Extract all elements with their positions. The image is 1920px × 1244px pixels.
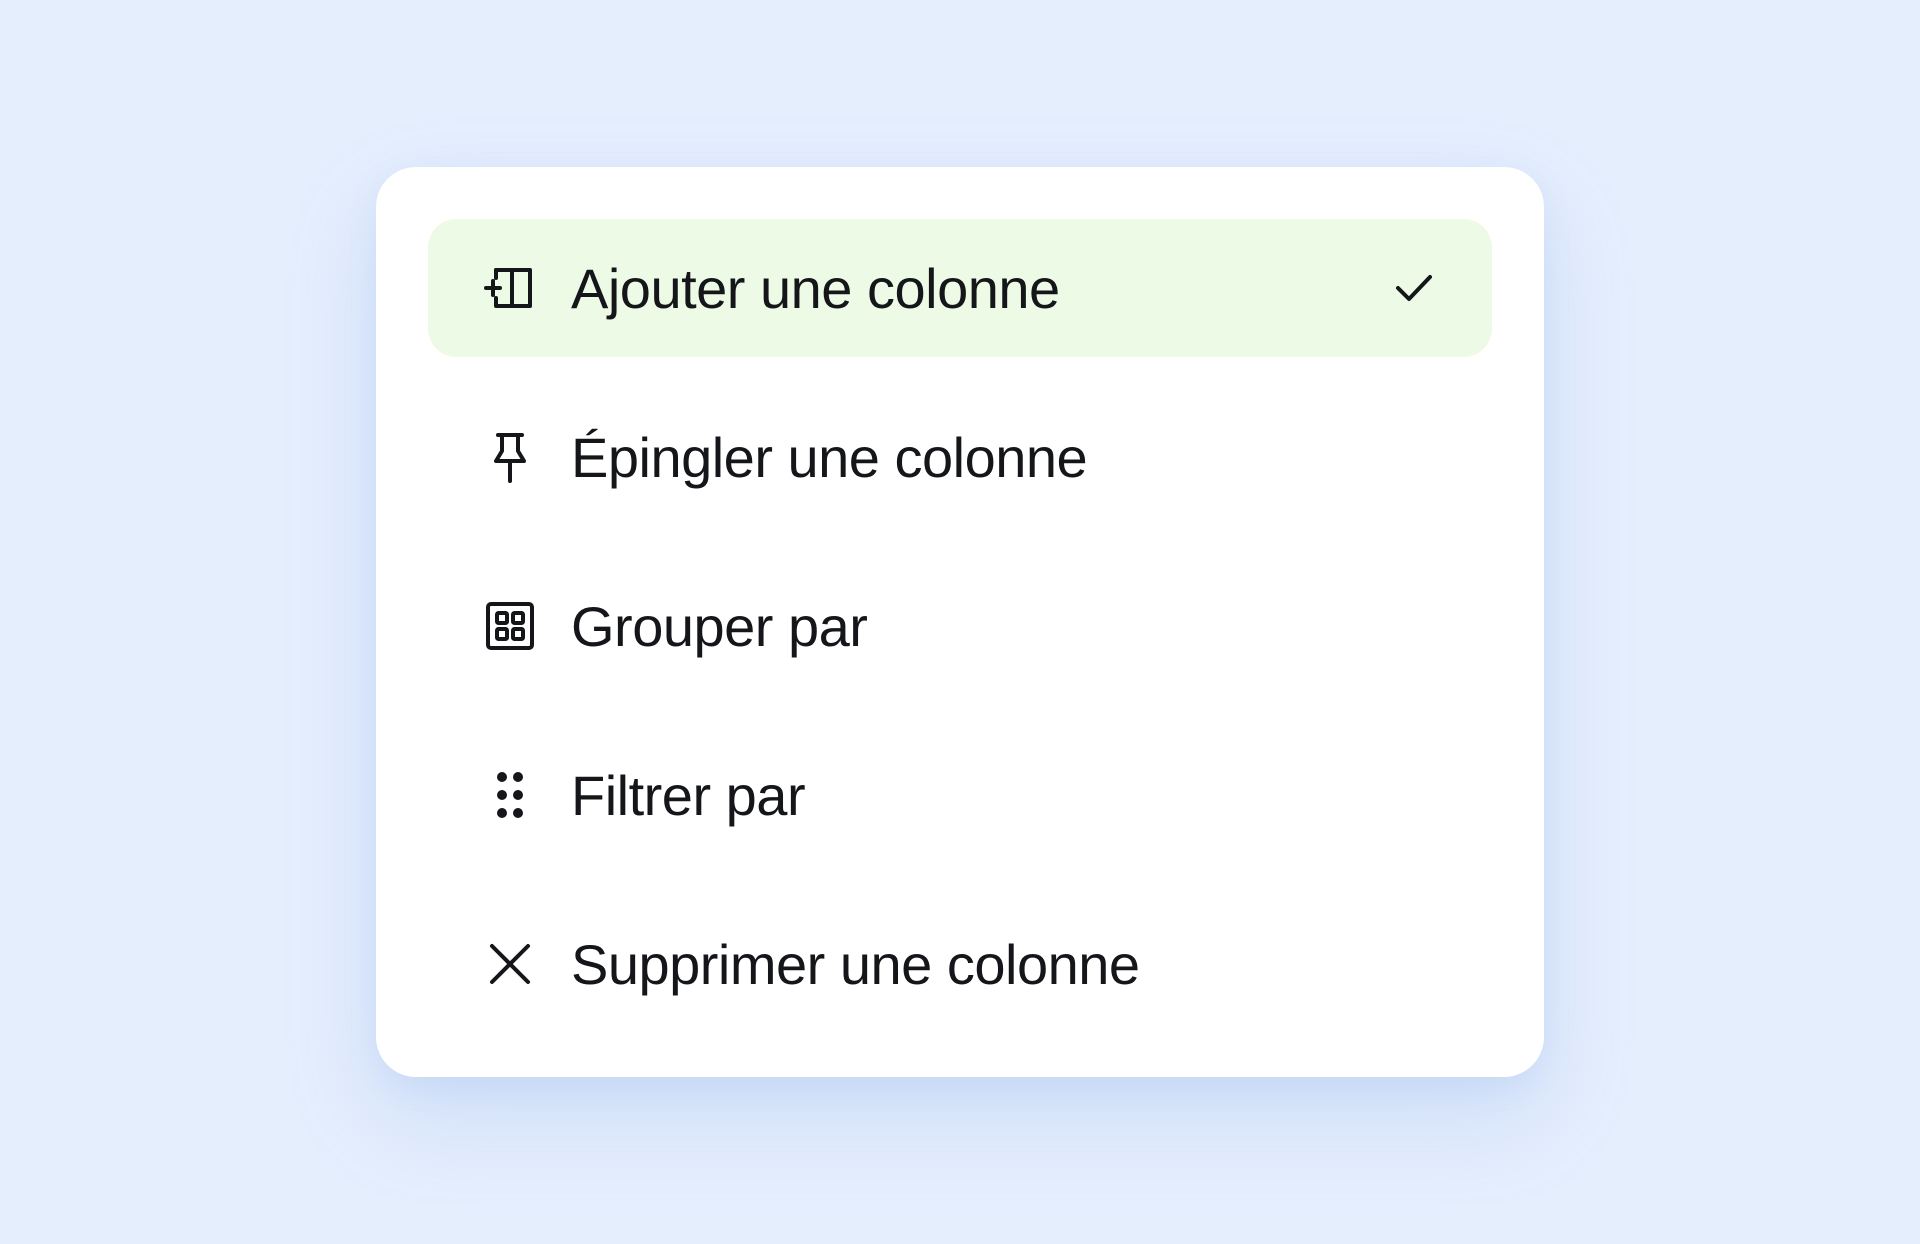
- menu-item-add-column[interactable]: Ajouter une colonne: [428, 219, 1492, 357]
- menu-item-group-by[interactable]: Grouper par: [428, 557, 1492, 695]
- menu-item-label: Ajouter une colonne: [571, 256, 1060, 320]
- menu-item-pin-column[interactable]: Épingler une colonne: [428, 388, 1492, 526]
- menu-item-filter-by[interactable]: Filtrer par: [428, 726, 1492, 864]
- menu-item-delete-column[interactable]: Supprimer une colonne: [428, 895, 1492, 1033]
- pin-icon: [482, 429, 538, 485]
- add-column-icon: [482, 260, 538, 316]
- checkmark-icon: [1392, 266, 1436, 310]
- menu-item-label: Supprimer une colonne: [571, 932, 1140, 996]
- drag-dots-icon: [482, 767, 538, 823]
- context-menu: Ajouter une colonne Épingler une colonne: [376, 167, 1544, 1077]
- menu-item-label: Filtrer par: [571, 763, 806, 827]
- group-grid-icon: [482, 598, 538, 654]
- close-icon: [482, 936, 538, 992]
- menu-item-label: Épingler une colonne: [571, 425, 1088, 489]
- menu-item-label: Grouper par: [571, 594, 868, 658]
